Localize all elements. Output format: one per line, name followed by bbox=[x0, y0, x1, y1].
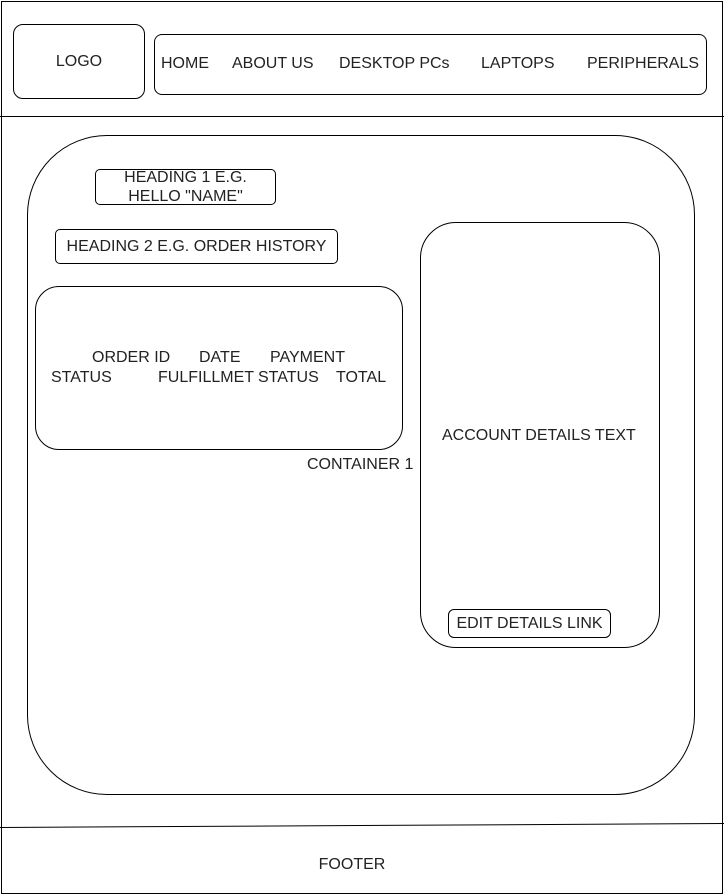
nav-laptops-label: LAPTOPS bbox=[481, 55, 555, 72]
nav-home[interactable]: HOME bbox=[161, 35, 209, 93]
nav-desktop-pcs-label: DESKTOP PCs bbox=[339, 55, 450, 72]
account-details-text: ACCOUNT DETAILS TEXT bbox=[442, 427, 636, 444]
nav-about-us-label: ABOUT US bbox=[232, 55, 314, 72]
logo-text: LOGO bbox=[55, 52, 103, 70]
col-status: STATUS bbox=[51, 369, 112, 386]
heading-1: HEADING 1 E.G. HELLO "NAME" bbox=[95, 169, 276, 205]
heading-2-text: HEADING 2 E.G. ORDER HISTORY bbox=[66, 237, 327, 255]
col-total: TOTAL bbox=[336, 369, 387, 386]
nav-peripherals-label: PERIPHERALS bbox=[587, 55, 700, 72]
col-fulfillment: FULFILLMET bbox=[158, 369, 255, 386]
col-order-id: ORDER ID bbox=[92, 349, 171, 366]
col-date: DATE bbox=[199, 349, 241, 366]
logo[interactable]: LOGO bbox=[13, 24, 145, 99]
col-payment-status: STATUS bbox=[258, 369, 319, 386]
container-1-label: CONTAINER 1 bbox=[307, 456, 414, 473]
col-payment: PAYMENT bbox=[270, 349, 345, 366]
heading-1-line-2: HELLO "NAME" bbox=[128, 188, 243, 205]
nav-laptops[interactable]: LAPTOPS bbox=[481, 35, 555, 93]
order-table: ORDER ID DATE PAYMENT STATUS FULFILLMET … bbox=[35, 286, 403, 450]
heading-2: HEADING 2 E.G. ORDER HISTORY bbox=[55, 229, 338, 264]
footer-text: FOOTER bbox=[318, 856, 386, 873]
nav-home-label: HOME bbox=[161, 55, 209, 72]
nav-about-us[interactable]: ABOUT US bbox=[232, 35, 314, 93]
nav-peripherals[interactable]: PERIPHERALS bbox=[587, 35, 699, 93]
footer-divider bbox=[0, 823, 724, 828]
heading-1-line-1: HEADING 1 E.G. bbox=[124, 169, 247, 186]
nav-desktop-pcs[interactable]: DESKTOP PCs bbox=[339, 35, 450, 93]
account-details-panel: ACCOUNT DETAILS TEXT bbox=[420, 222, 660, 648]
edit-details-link[interactable]: EDIT DETAILS LINK bbox=[448, 609, 611, 638]
footer: FOOTER bbox=[0, 845, 704, 885]
nav-bar: HOME ABOUT US DESKTOP PCs LAPTOPS PERIPH… bbox=[154, 34, 707, 95]
edit-details-link-text: EDIT DETAILS LINK bbox=[456, 614, 603, 632]
header-divider bbox=[0, 116, 724, 117]
